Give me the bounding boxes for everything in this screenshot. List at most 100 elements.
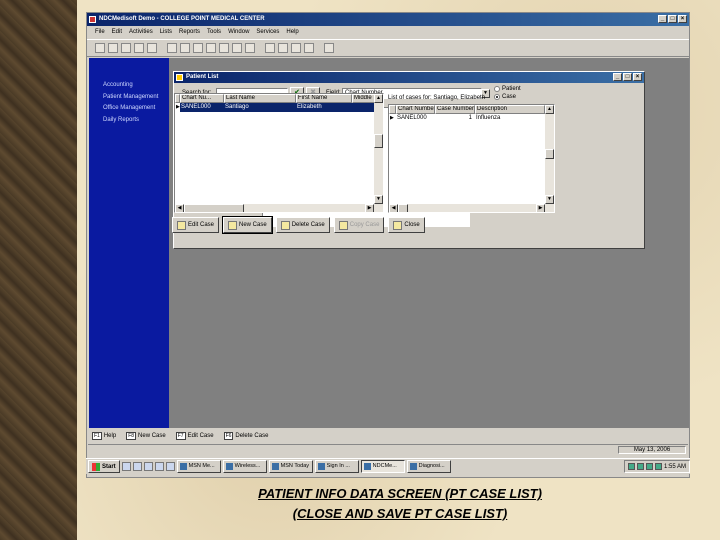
tray-volume-icon[interactable] <box>636 463 644 470</box>
menu-tools[interactable]: Tools <box>207 26 221 38</box>
quicklaunch-desktop-icon[interactable] <box>132 462 142 471</box>
sidebar-item-daily-reports[interactable]: Daily Reports <box>103 115 158 127</box>
task-msn-messenger[interactable]: MSN Me... <box>176 460 221 473</box>
case-scroll-down-icon[interactable]: ▼ <box>545 195 554 204</box>
provider-icon[interactable] <box>232 43 242 53</box>
procedure-codes-icon[interactable] <box>206 43 216 53</box>
case-grid-hscroll[interactable]: ◀ ▶ <box>389 204 554 212</box>
dialog-maximize-button[interactable]: □ <box>623 73 632 81</box>
radio-case-dot[interactable] <box>494 94 500 100</box>
fkey-new-case[interactable]: F8 New Case <box>126 431 166 440</box>
case-scroll-up-icon[interactable]: ▲ <box>545 105 554 114</box>
col-middle[interactable]: Middle <box>352 94 376 103</box>
quicklaunch-ie-icon[interactable] <box>121 462 131 471</box>
task-wireless[interactable]: Wireless... <box>222 460 267 473</box>
case-grid-vscroll[interactable]: ▲ ▼ <box>545 105 554 204</box>
transaction-entry-icon[interactable] <box>95 43 105 53</box>
scroll-thumb[interactable] <box>374 134 383 148</box>
reports-icon[interactable] <box>265 43 275 53</box>
case-hscroll-thumb[interactable] <box>398 204 408 212</box>
col-case-chart-number[interactable]: Chart Number <box>396 105 435 114</box>
add-collection-icon[interactable] <box>147 43 157 53</box>
start-button[interactable]: Start <box>88 460 120 473</box>
menu-help[interactable]: Help <box>286 26 298 38</box>
minimize-button[interactable]: _ <box>658 15 667 23</box>
tray-update-icon[interactable] <box>654 463 662 470</box>
collection-list-icon[interactable] <box>134 43 144 53</box>
hscroll-thumb[interactable] <box>184 204 244 212</box>
sidebar-item-patient-management[interactable]: Patient Management <box>103 92 158 104</box>
case-scroll-right-icon[interactable]: ▶ <box>536 204 545 212</box>
edit-case-button[interactable]: Edit Case <box>172 217 220 233</box>
new-case-button[interactable]: New Case <box>222 216 273 234</box>
menu-lists[interactable]: Lists <box>160 26 172 38</box>
cell-case-chart-number[interactable]: SANEL000 <box>396 114 435 123</box>
exit-icon[interactable] <box>324 43 334 53</box>
task-diagnosis[interactable]: Diagnosi... <box>406 460 451 473</box>
col-case-number[interactable]: Case Number <box>435 105 475 114</box>
col-last-name[interactable]: Last Name <box>224 94 296 103</box>
menu-edit[interactable]: Edit <box>112 26 122 38</box>
scroll-left-icon[interactable]: ◀ <box>175 204 184 212</box>
close-button[interactable]: × <box>678 15 687 23</box>
quicklaunch-word-icon[interactable] <box>154 462 164 471</box>
cell-chart-number[interactable]: SANEL000 <box>180 103 224 112</box>
appointment-book-icon[interactable] <box>167 43 177 53</box>
fkey-help[interactable]: F1 Help <box>92 431 116 440</box>
task-sign-in[interactable]: Sign In ... <box>314 460 359 473</box>
dialog-close-button[interactable]: × <box>633 73 642 81</box>
calculator-icon[interactable] <box>278 43 288 53</box>
radio-patient[interactable]: Patient <box>494 86 521 93</box>
col-chart-number[interactable]: Chart Nu... <box>180 94 224 103</box>
referring-provider-icon[interactable] <box>245 43 255 53</box>
cell-middle[interactable] <box>352 103 376 112</box>
menu-reports[interactable]: Reports <box>179 26 200 38</box>
patient-grid-vscroll[interactable]: ▲ ▼ <box>374 94 383 204</box>
sidebar-item-office-management[interactable]: Office Management <box>103 103 158 115</box>
cell-first-name[interactable]: Elizabeth <box>296 103 352 112</box>
case-scroll-left-icon[interactable]: ◀ <box>389 204 398 212</box>
scroll-down-icon[interactable]: ▼ <box>374 195 383 204</box>
scroll-up-icon[interactable]: ▲ <box>374 94 383 103</box>
table-row[interactable]: ▶ SANEL000 1 Influenza <box>389 114 554 123</box>
fkey-delete-case[interactable]: F6 Delete Case <box>223 431 268 440</box>
col-description[interactable]: Description <box>475 105 545 114</box>
close-dialog-button[interactable]: Close <box>388 217 425 233</box>
sidebar-item-accounting[interactable]: Accounting <box>103 80 158 92</box>
patient-grid-hscroll[interactable]: ◀ ▶ <box>175 204 383 212</box>
col-first-name[interactable]: First Name <box>296 94 352 103</box>
dialog-minimize-button[interactable]: _ <box>613 73 622 81</box>
case-scroll-thumb[interactable] <box>545 149 554 159</box>
scroll-right-icon[interactable]: ▶ <box>365 204 374 212</box>
cell-description[interactable]: Influenza <box>475 114 545 123</box>
insurance-icon[interactable] <box>193 43 203 53</box>
menu-window[interactable]: Window <box>228 26 249 38</box>
menu-activities[interactable]: Activities <box>129 26 153 38</box>
task-ndc-medisoft[interactable]: NDCMe... <box>360 460 405 473</box>
quicklaunch-media-icon[interactable] <box>165 462 175 471</box>
menu-file[interactable]: File <box>95 26 105 38</box>
window-titlebar[interactable]: NDCMedisoft Demo - COLLEGE POINT MEDICAL… <box>87 13 689 26</box>
fkey-edit-case[interactable]: F7 Edit Case <box>175 431 214 440</box>
table-row[interactable]: ▶ SANEL000 Santiago Elizabeth <box>175 103 383 112</box>
cell-last-name[interactable]: Santiago <box>224 103 296 112</box>
task-msn-today[interactable]: MSN Today <box>268 460 313 473</box>
diagnosis-codes-icon[interactable] <box>219 43 229 53</box>
patient-list-icon[interactable] <box>180 43 190 53</box>
radio-patient-dot[interactable] <box>494 86 500 92</box>
copy-case-button[interactable]: Copy Case <box>333 217 385 233</box>
statement-management-icon[interactable] <box>121 43 131 53</box>
quicklaunch-outlook-icon[interactable] <box>143 462 153 471</box>
menu-services[interactable]: Services <box>256 26 279 38</box>
claim-management-icon[interactable] <box>108 43 118 53</box>
delete-case-button[interactable]: Delete Case <box>275 217 330 233</box>
radio-case[interactable]: Case <box>494 94 521 101</box>
cell-case-number[interactable]: 1 <box>435 114 475 123</box>
calendar-icon[interactable] <box>291 43 301 53</box>
tray-security-icon[interactable] <box>645 463 653 470</box>
tray-clock[interactable]: 1:55 AM <box>664 464 686 470</box>
help-icon[interactable] <box>304 43 314 53</box>
dialog-titlebar[interactable]: Patient List _ □ × <box>174 72 644 83</box>
tray-network-icon[interactable] <box>627 463 635 470</box>
maximize-button[interactable]: □ <box>668 15 677 23</box>
